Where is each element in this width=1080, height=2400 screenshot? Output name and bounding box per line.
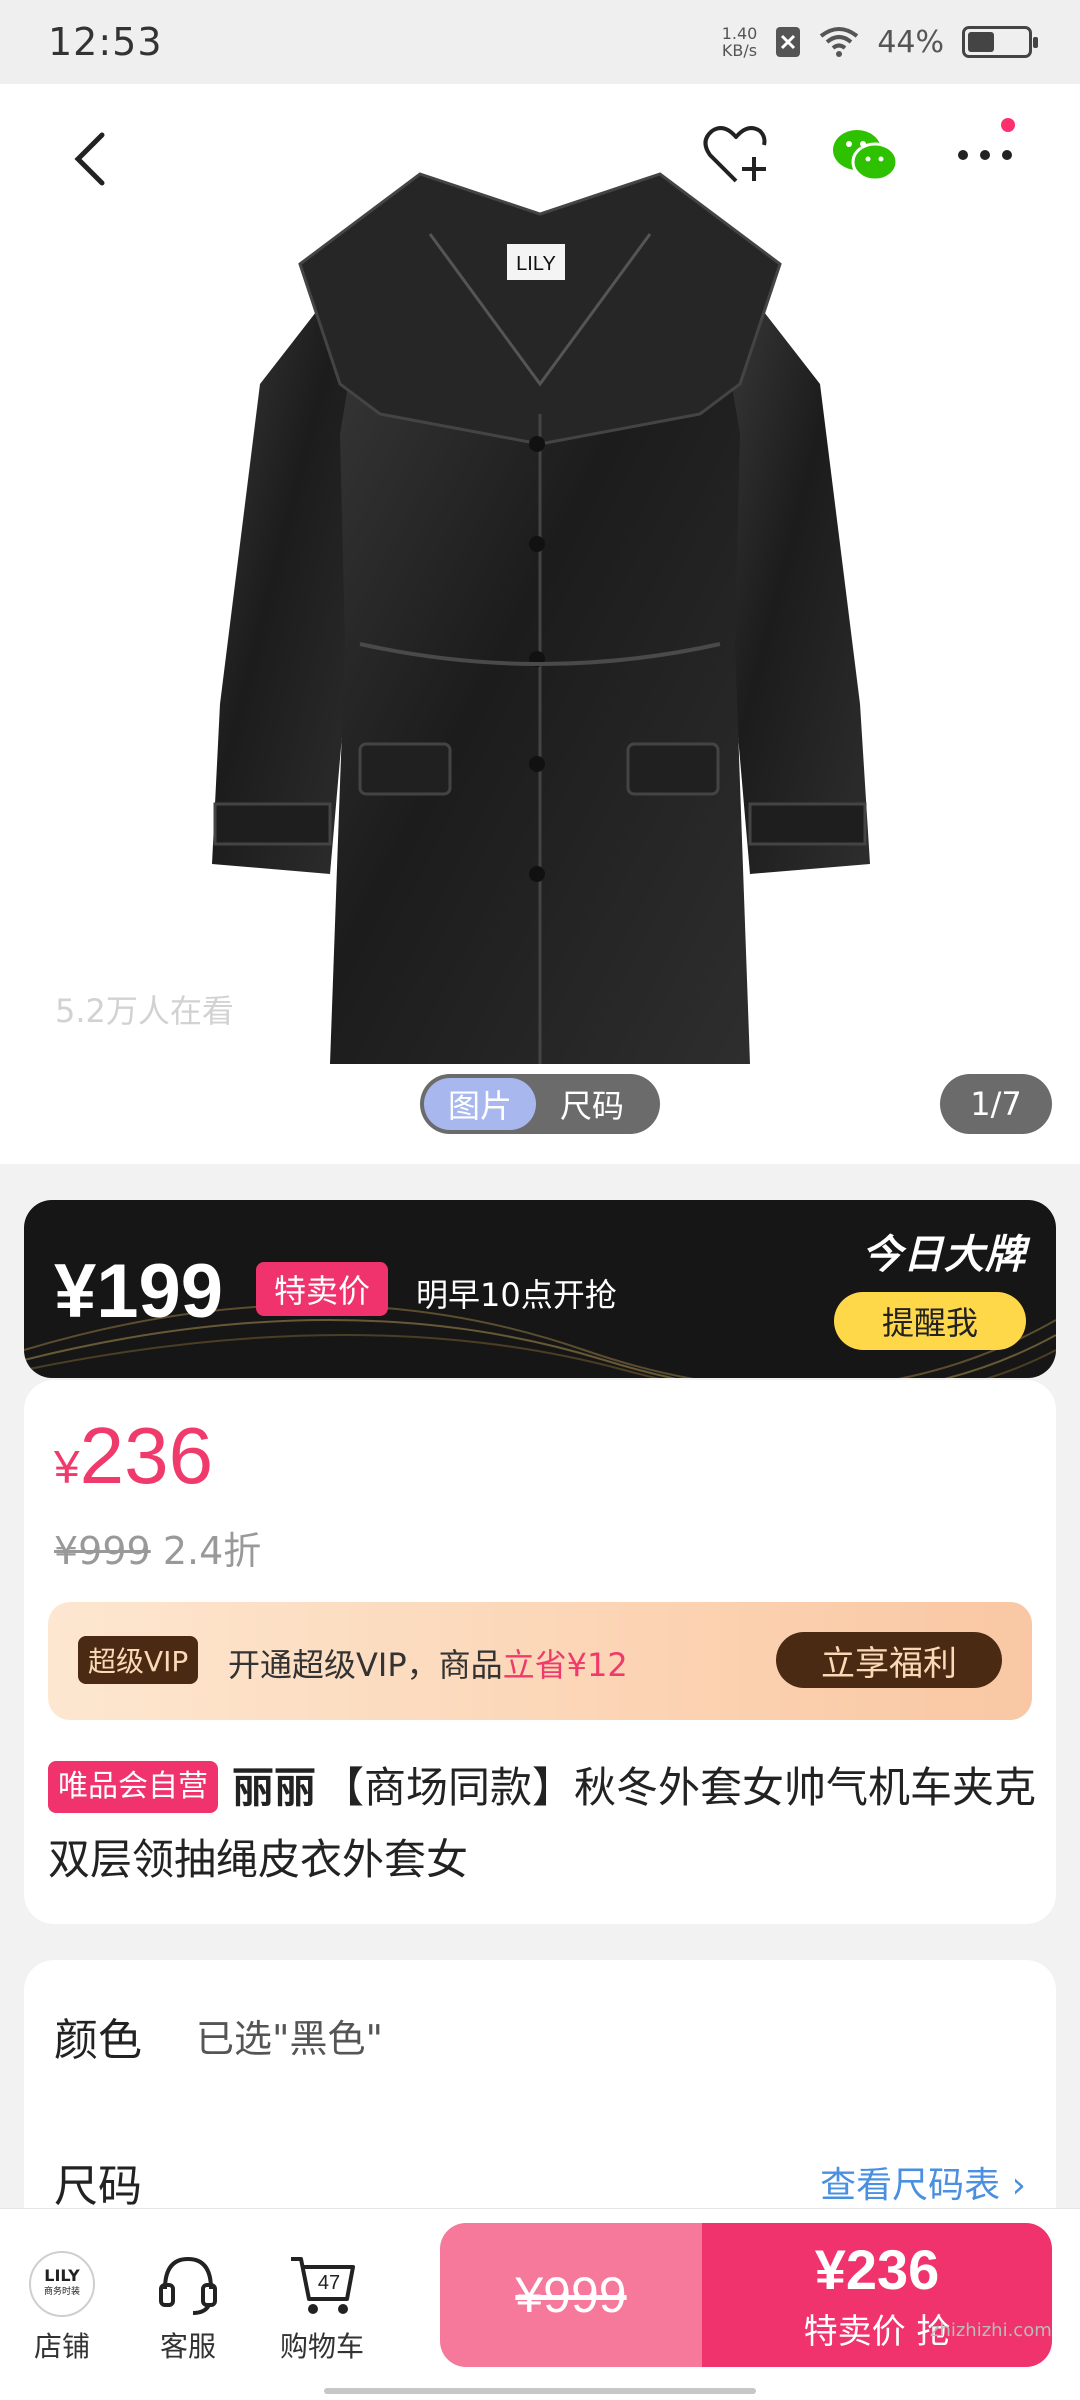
tab-size[interactable]: 尺码 (536, 1078, 648, 1130)
image-size-toggle[interactable]: 图片 尺码 (420, 1074, 660, 1134)
price-card: ¥236 ¥999 2.4折 超级VIP 开通超级VIP，商品立省¥12 立享福… (24, 1380, 1056, 1924)
notification-dot (1001, 118, 1015, 132)
wechat-icon (833, 130, 899, 182)
more-button[interactable] (945, 118, 1025, 192)
brand-name[interactable]: 丽丽 (232, 1763, 316, 1812)
size-label: 尺码 (54, 2161, 142, 2212)
product-image-area[interactable]: LILY 5.2万人在看 图片 尺码 1/7 (0, 84, 1080, 1164)
special-price-tag: 特卖价 (256, 1262, 389, 1316)
buy-price: ¥236 (814, 2238, 940, 2301)
product-title: 唯品会自营 丽丽 【商场同款】秋冬外套女帅气机车夹克双层领抽绳皮衣外套女 (48, 1752, 1038, 1896)
buy-label: 特卖价 抢 (803, 2312, 951, 2352)
cart-count: 47 (318, 2272, 340, 2294)
more-dots-icon (958, 150, 1012, 160)
original-price-row: ¥999 2.4折 (54, 1520, 261, 1575)
size-chart-link[interactable]: 查看尺码表 › (820, 2156, 1026, 2208)
status-bar: 12:53 1.40 KB/s 44% (0, 0, 1080, 84)
shop-logo-text: LILY (44, 2266, 80, 2285)
chevron-left-icon (74, 132, 105, 186)
home-indicator[interactable] (324, 2388, 756, 2394)
sim-off-icon (776, 27, 801, 57)
back-button[interactable] (60, 124, 120, 194)
brand-day-price: ¥199 (54, 1249, 224, 1334)
bottom-action-bar: LILY 商务时装 店铺 客服 47 购物车 ¥999 ¥236 特卖价 抢 (0, 2208, 1080, 2400)
vip-badge: 超级VIP (78, 1636, 199, 1684)
battery-icon (962, 26, 1038, 58)
net-speed-value: 1.40 (721, 24, 758, 43)
shop-label: 店铺 (33, 2330, 90, 2363)
special-price-buy-button[interactable]: ¥236 特卖价 抢 (702, 2223, 1052, 2367)
image-pager: 1/7 (940, 1074, 1052, 1134)
favorite-button[interactable] (700, 118, 774, 192)
net-speed-unit: KB/s (721, 41, 758, 60)
status-icons: 1.40 KB/s 44% (722, 24, 1038, 60)
net-speed: 1.40 KB/s (722, 25, 758, 59)
cart-label: 购物车 (279, 2330, 364, 2363)
color-label: 颜色 (54, 2015, 142, 2066)
brand-day-title: 今日大牌 (862, 1232, 1026, 1278)
current-price-value: 236 (79, 1411, 214, 1500)
shop-logo-icon: LILY 商务时装 (29, 2251, 95, 2317)
heart-plus-icon (703, 126, 767, 183)
customer-service-tab[interactable]: 客服 (128, 2251, 248, 2365)
discount: 2.4折 (162, 1529, 262, 1573)
currency-symbol: ¥ (54, 1441, 80, 1493)
vip-text-main: 开通超级VIP，商品 (228, 1646, 503, 1684)
watermark: zhizhizhi.com (930, 2320, 1052, 2341)
shop-tab[interactable]: LILY 商务时装 店铺 (2, 2251, 122, 2365)
coat-logo: LILY (516, 253, 556, 275)
wifi-icon (820, 27, 859, 57)
original-price: ¥999 (54, 1529, 151, 1573)
cart-tab[interactable]: 47 购物车 (262, 2251, 382, 2365)
color-selected[interactable]: 已选"黑色" (196, 2008, 383, 2063)
remind-me-button[interactable]: 提醒我 (834, 1292, 1026, 1350)
headset-icon (159, 2256, 217, 2315)
vip-promo[interactable]: 超级VIP 开通超级VIP，商品立省¥12 立享福利 (48, 1602, 1032, 1720)
tab-images[interactable]: 图片 (424, 1078, 536, 1130)
service-label: 客服 (159, 2330, 216, 2363)
sale-start-time: 明早10点开抢 (416, 1276, 617, 1314)
current-price: ¥236 (54, 1410, 213, 1502)
cart-icon: 47 (291, 2257, 355, 2314)
buy-original-price: ¥999 (515, 2267, 627, 2323)
original-price-button[interactable]: ¥999 (440, 2223, 702, 2367)
clock: 12:53 (48, 20, 163, 64)
buy-button-group[interactable]: ¥999 ¥236 特卖价 抢 (440, 2223, 1052, 2367)
vip-text: 开通超级VIP，商品立省¥12 (228, 1640, 628, 1686)
self-operated-badge: 唯品会自营 (48, 1761, 218, 1813)
battery-percent: 44% (877, 24, 944, 60)
brand-day-banner: ¥199 特卖价 明早10点开抢 今日大牌 提醒我 (24, 1200, 1056, 1378)
viewers-count: 5.2万人在看 (55, 992, 234, 1030)
vip-savings: 立省¥12 (502, 1646, 628, 1684)
vip-benefit-button[interactable]: 立享福利 (776, 1632, 1002, 1688)
wechat-share-button[interactable] (825, 118, 905, 192)
shop-logo-subtext: 商务时装 (43, 2287, 80, 2297)
